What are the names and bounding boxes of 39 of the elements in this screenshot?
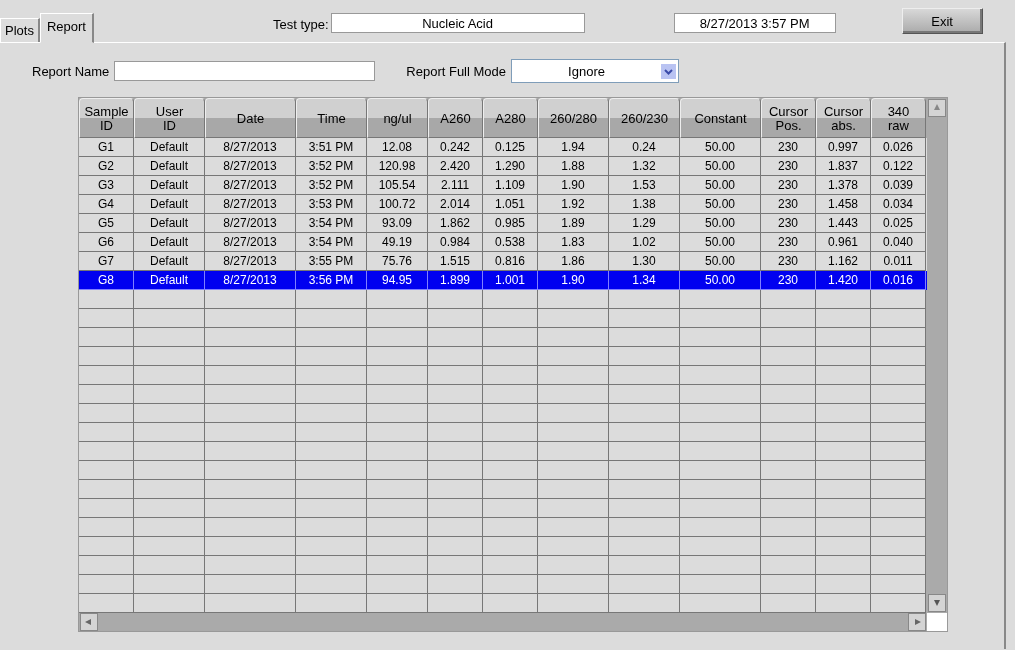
datetime-field: 8/27/2013 3:57 PM [673,13,836,33]
tab[interactable]: Report [39,13,94,43]
vertical-scrollbar[interactable] [927,98,947,613]
table-row[interactable]: G2 Default 8/27/2013 3:52 PM 120.98 2.420 1.290 1.88 1.32 50.00 230 1.837 0.122 [79,157,927,176]
table-row[interactable]: G5 Default 8/27/2013 3:54 PM 93.09 1.862 0.985 1.89 1.29 50.00 230 1.443 0.025 [79,214,927,233]
table-row[interactable]: G4 Default 8/27/2013 3:53 PM 100.72 2.014 1.051 1.92 1.38 50.00 230 1.458 0.034 [79,195,927,214]
column-header[interactable]: ng/ul [367,98,428,138]
chevron-down-icon [661,63,677,79]
column-header[interactable]: Cursor Pos. [761,98,816,138]
column-header[interactable]: Sample ID [79,98,134,138]
report-full-mode-label: Report Full Mode [406,63,507,79]
column-header[interactable]: 260/280 [538,98,609,138]
column-header[interactable]: 340 raw [871,98,926,138]
column-header[interactable]: Time [296,98,367,138]
table-row[interactable]: G8 Default 8/27/2013 3:56 PM 94.95 1.899 1.001 1.90 1.34 50.00 230 1.420 0.016 [79,271,927,290]
column-header[interactable]: User ID [134,98,205,138]
column-header[interactable]: Date [205,98,296,138]
report-name-label: Report Name [32,63,110,79]
scroll-left-button[interactable] [80,613,98,631]
tab[interactable]: Plots [0,18,40,42]
column-header[interactable]: A260 [428,98,483,138]
report-name-field[interactable] [114,61,376,81]
table-row[interactable]: G1 Default 8/27/2013 3:51 PM 12.08 0.242 0.125 1.94 0.24 50.00 230 0.997 0.026 [79,138,927,157]
table-row[interactable]: G7 Default 8/27/2013 3:55 PM 75.76 1.515 0.816 1.86 1.30 50.00 230 1.162 0.011 [79,252,927,271]
test-type-label: Test type: [272,17,329,32]
scroll-down-button[interactable] [928,594,946,612]
table-row[interactable]: G6 Default 8/27/2013 3:54 PM 49.19 0.984 0.538 1.83 1.02 50.00 230 0.961 0.040 [79,233,927,252]
table-row[interactable]: G3 Default 8/27/2013 3:52 PM 105.54 2.111 1.109 1.90 1.53 50.00 230 1.378 0.039 [79,176,927,195]
column-header[interactable]: 260/230 [609,98,680,138]
horizontal-scrollbar[interactable] [79,613,927,631]
exit-button[interactable]: Exit [901,8,983,34]
scroll-right-button[interactable] [908,613,926,631]
column-header[interactable]: A280 [483,98,538,138]
column-header[interactable]: Cursor abs. [816,98,871,138]
scroll-up-button[interactable] [928,99,946,117]
test-type-field[interactable]: Nucleic Acid [330,13,585,33]
column-header[interactable]: Constant [680,98,761,138]
report-full-mode-dropdown[interactable]: Ignore [511,59,680,83]
scrollbar-corner [927,613,947,631]
